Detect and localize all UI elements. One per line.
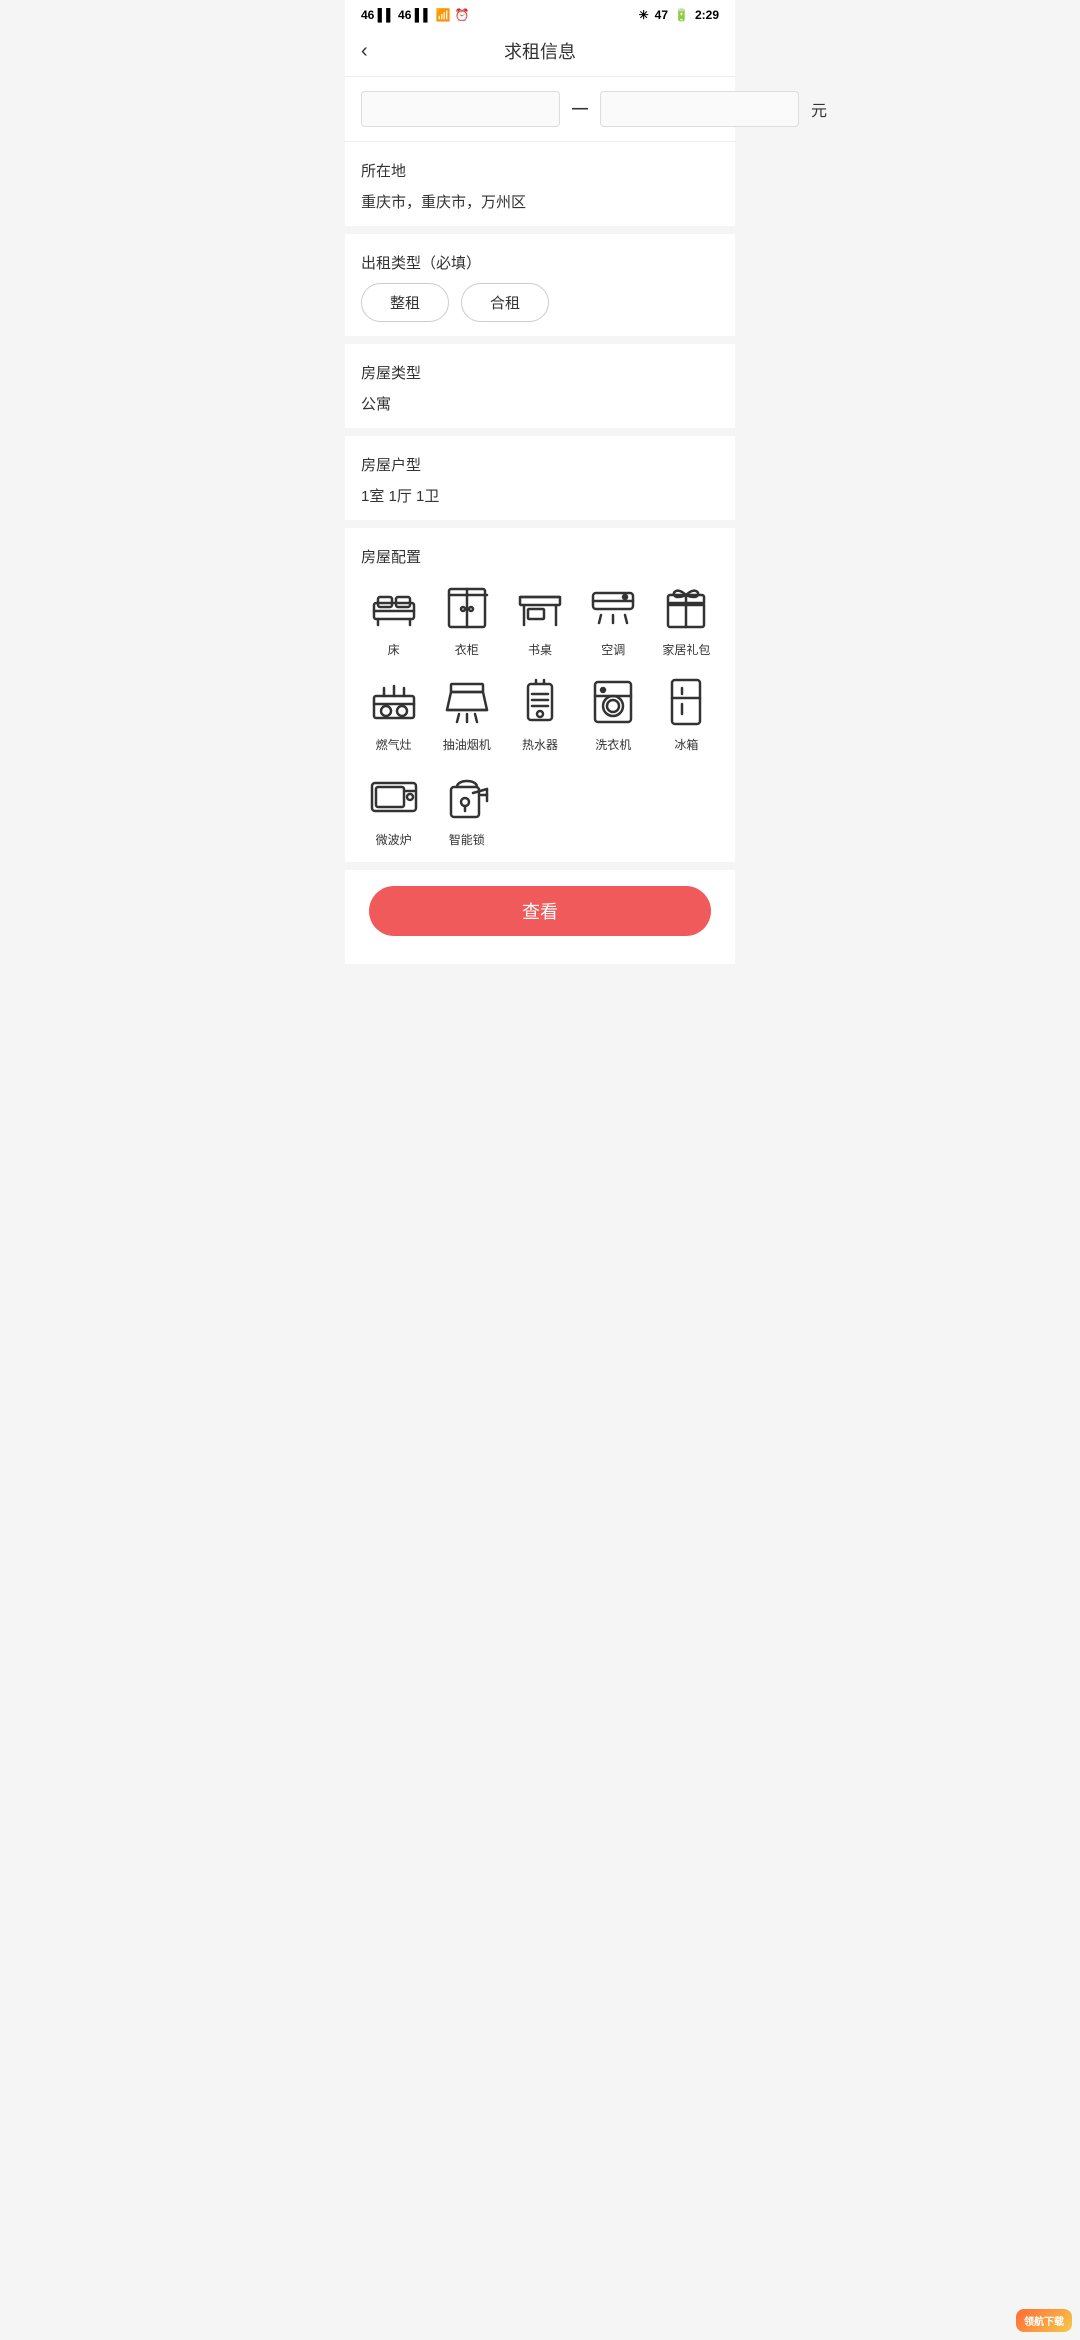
rent-type-label: 出租类型（必填）	[361, 252, 719, 273]
hood-icon	[439, 674, 495, 730]
status-left: 46 ▌▌ 46 ▌▌ 📶 ⏰	[361, 8, 470, 22]
appliance-microwave[interactable]: 微波炉	[361, 769, 426, 848]
battery-icon: 🔋	[674, 8, 689, 22]
location-label: 所在地	[361, 160, 719, 181]
house-layout-value: 1室 1厅 1卫	[361, 485, 719, 506]
heater-label: 热水器	[522, 736, 558, 753]
page-title: 求租信息	[361, 38, 719, 64]
ac-icon	[585, 579, 641, 635]
fridge-icon	[658, 674, 714, 730]
location-section: 所在地 重庆市，重庆市，万州区	[345, 142, 735, 234]
wardrobe-label: 衣柜	[455, 641, 479, 658]
house-type-section: 房屋类型 公寓	[345, 344, 735, 436]
stove-label: 燃气灶	[376, 736, 412, 753]
view-button[interactable]: 查看	[369, 886, 711, 936]
gift-label: 家居礼包	[662, 641, 710, 658]
bed-label: 床	[388, 641, 400, 658]
appliance-heater[interactable]: 热水器	[507, 674, 572, 753]
ac-label: 空调	[601, 641, 625, 658]
house-type-value: 公寓	[361, 393, 719, 414]
alarm-icon: ⏰	[455, 8, 470, 22]
back-button[interactable]: ‹	[361, 40, 368, 63]
appliance-hood[interactable]: 抽油烟机	[434, 674, 499, 753]
house-type-label: 房屋类型	[361, 362, 719, 383]
status-bar: 46 ▌▌ 46 ▌▌ 📶 ⏰ ✳ 47 🔋 2:29	[345, 0, 735, 26]
wifi-icon: 📶	[436, 8, 451, 22]
time: 2:29	[695, 8, 719, 22]
gift-icon	[658, 579, 714, 635]
appliance-washer[interactable]: 洗衣机	[581, 674, 646, 753]
header: ‹ 求租信息	[345, 26, 735, 77]
status-right: ✳ 47 🔋 2:29	[639, 8, 719, 22]
house-layout-section: 房屋户型 1室 1厅 1卫	[345, 436, 735, 528]
bed-icon	[366, 579, 422, 635]
price-unit: 元	[811, 97, 827, 121]
hood-label: 抽油烟机	[443, 736, 491, 753]
desk-icon	[512, 579, 568, 635]
bottom-bar: 查看	[345, 870, 735, 964]
smartlock-icon	[439, 769, 495, 825]
price-range-row: — 元	[345, 77, 735, 142]
appliance-stove[interactable]: 燃气灶	[361, 674, 426, 753]
rent-type-whole[interactable]: 整租	[361, 283, 449, 322]
microwave-icon	[366, 769, 422, 825]
appliance-smartlock[interactable]: 智能锁	[434, 769, 499, 848]
location-value: 重庆市，重庆市，万州区	[361, 191, 719, 212]
battery-level: 47	[655, 8, 668, 22]
appliance-ac[interactable]: 空调	[581, 579, 646, 658]
wardrobe-icon	[439, 579, 495, 635]
heater-icon	[512, 674, 568, 730]
fridge-label: 冰箱	[674, 736, 698, 753]
main-content: — 元 所在地 重庆市，重庆市，万州区 出租类型（必填） 整租 合租 房屋类型 …	[345, 77, 735, 870]
appliance-gift[interactable]: 家居礼包	[654, 579, 719, 658]
price-max-input[interactable]	[600, 91, 799, 127]
price-min-input[interactable]	[361, 91, 560, 127]
facilities-section: 房屋配置 床	[345, 528, 735, 870]
bluetooth-icon: ✳	[639, 8, 649, 22]
washer-label: 洗衣机	[595, 736, 631, 753]
rent-type-options: 整租 合租	[361, 283, 719, 322]
smartlock-label: 智能锁	[449, 831, 485, 848]
appliances-grid: 床 衣柜	[361, 579, 719, 848]
washer-icon	[585, 674, 641, 730]
house-layout-label: 房屋户型	[361, 454, 719, 475]
brand-badge: 领航下载	[1016, 2309, 1072, 2332]
stove-icon	[366, 674, 422, 730]
appliance-fridge[interactable]: 冰箱	[654, 674, 719, 753]
appliance-desk[interactable]: 书桌	[507, 579, 572, 658]
desk-label: 书桌	[528, 641, 552, 658]
rent-type-shared[interactable]: 合租	[461, 283, 549, 322]
facilities-label: 房屋配置	[361, 546, 719, 567]
signal-text: 46 ▌▌ 46 ▌▌	[361, 8, 432, 22]
rent-type-section: 出租类型（必填） 整租 合租	[345, 234, 735, 344]
appliance-wardrobe[interactable]: 衣柜	[434, 579, 499, 658]
microwave-label: 微波炉	[376, 831, 412, 848]
price-dash: —	[572, 100, 588, 118]
appliance-bed[interactable]: 床	[361, 579, 426, 658]
